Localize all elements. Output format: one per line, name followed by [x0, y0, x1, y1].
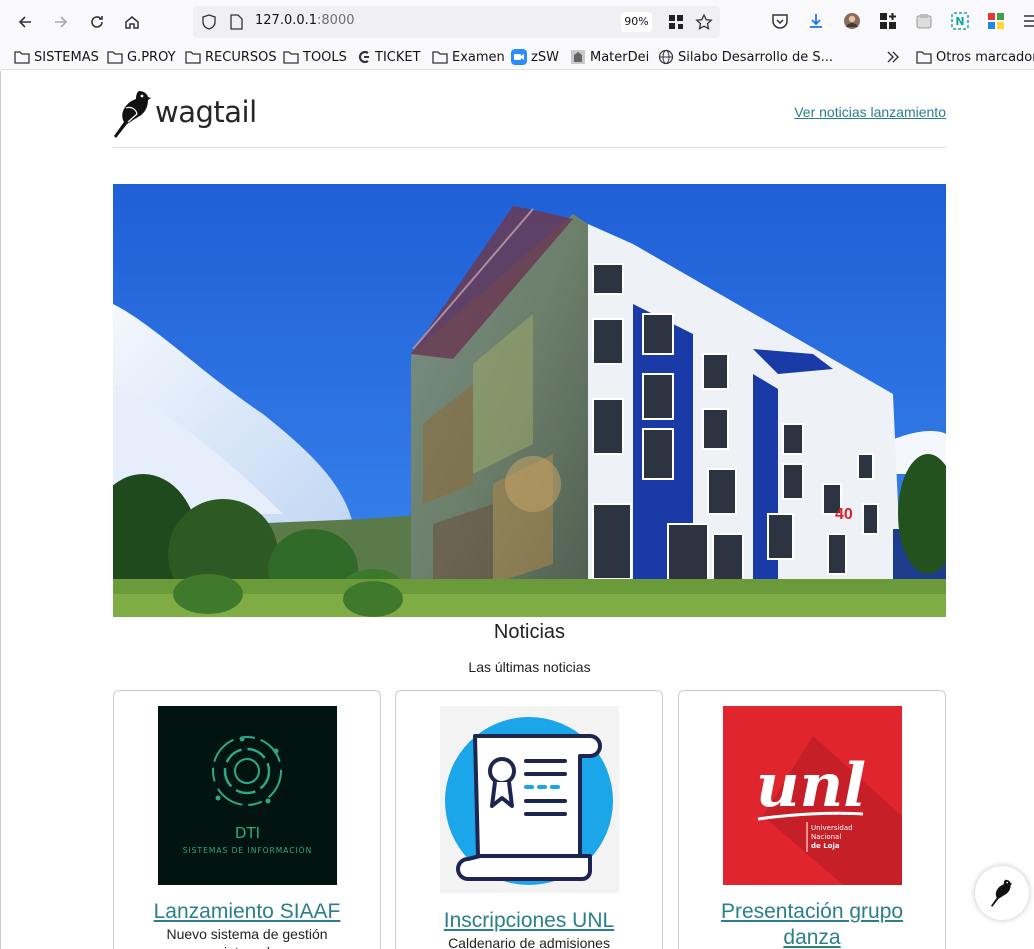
bookmark-silabo[interactable]: Silabo Desarrollo de S... [658, 48, 833, 66]
unl-logo-line3: de Loja [811, 842, 840, 850]
news-card-description: Caldenario de admisiones [448, 935, 610, 949]
bookmark-star-icon[interactable] [695, 13, 713, 31]
unl-logo-image[interactable]: unl Universidad Nacional de Loja [723, 706, 902, 885]
home-button[interactable] [120, 10, 144, 34]
reload-button[interactable] [85, 10, 109, 34]
profile-avatar-icon[interactable] [843, 12, 861, 30]
bookmark-recursos[interactable]: RECURSOS [185, 48, 277, 66]
back-arrow-icon [18, 16, 31, 28]
color-tiles-extension-icon[interactable] [987, 12, 1005, 30]
news-card-siaaf[interactable]: DTI SISTEMAS DE INFORMACIÓN Lanzamiento … [113, 690, 381, 949]
bookmark-label: G.PROY [127, 49, 176, 65]
download-icon[interactable] [807, 12, 825, 30]
news-card-title[interactable]: Inscripciones UNL [396, 908, 662, 934]
unl-logo-line2: Nacional [811, 833, 841, 841]
folder-icon [185, 51, 201, 64]
browser-toolbar: 127.0.0.1:8000 90% N [0, 0, 1034, 44]
bookmark-gproy[interactable]: G.PROY [107, 48, 176, 66]
logo-text[interactable]: wagtail [155, 95, 257, 129]
notion-extension-icon[interactable]: N [951, 12, 969, 30]
folder-icon [283, 51, 299, 64]
bookmark-materdei[interactable]: MaterDei [570, 48, 649, 66]
zoom-badge[interactable]: 90% [621, 12, 652, 32]
zoom-icon [511, 49, 527, 65]
ticket-icon [358, 50, 369, 64]
site-icon [571, 50, 585, 64]
news-section-title: Noticias [493, 621, 566, 643]
news-launch-link[interactable]: Ver noticias lanzamiento [794, 104, 946, 120]
folder-icon [107, 51, 123, 64]
dti-caption: DTI [235, 824, 260, 842]
page-icon [230, 14, 243, 30]
site-header: wagtail Ver noticias lanzamiento [113, 71, 946, 148]
wagtail-logo-icon[interactable] [113, 88, 153, 140]
svg-text:N: N [955, 15, 964, 28]
dti-subcaption: SISTEMAS DE INFORMACIÓN [183, 846, 312, 855]
wagtail-userbar-button[interactable] [975, 866, 1029, 920]
bookmark-label: Silabo Desarrollo de S... [678, 49, 833, 65]
menu-icon[interactable] [1022, 12, 1034, 30]
certificate-image[interactable] [440, 706, 619, 893]
forward-button[interactable] [49, 10, 73, 34]
unl-logo-line1: Universidad [811, 824, 853, 832]
news-card-inscripciones[interactable]: Inscripciones UNL Caldenario de admision… [395, 690, 663, 949]
bookmark-label: RECURSOS [205, 49, 277, 65]
bookmark-otros[interactable]: Otros marcadores [916, 48, 1034, 66]
shield-icon[interactable] [201, 14, 217, 30]
news-section-subtitle: Las últimas noticias [468, 659, 591, 675]
news-card-danza[interactable]: unl Universidad Nacional de Loja Present… [678, 690, 946, 949]
bookmark-label: TICKET [375, 49, 421, 65]
url-text: 127.0.0.1:8000 [255, 13, 355, 28]
chevron-double-right-icon [887, 51, 899, 63]
page-content: wagtail Ver noticias lanzamiento 40 Noti… [0, 71, 1034, 949]
globe-icon [658, 49, 674, 65]
bookmark-examen[interactable]: Examen [432, 48, 505, 66]
bookmark-ticket[interactable]: TICKET [357, 48, 421, 66]
bookmark-label: Examen [452, 49, 505, 65]
pocket-icon[interactable] [771, 12, 789, 30]
extensions-grid-icon[interactable] [879, 12, 897, 30]
address-bar[interactable]: 127.0.0.1:8000 90% [193, 6, 720, 38]
wagtail-bird-icon [991, 879, 1013, 907]
dti-image[interactable]: DTI SISTEMAS DE INFORMACIÓN [158, 706, 337, 885]
bookmark-label: MaterDei [590, 49, 650, 65]
home-icon [125, 16, 139, 29]
qr-code-icon[interactable] [668, 14, 684, 30]
back-button[interactable] [13, 10, 37, 34]
folder-icon [432, 51, 448, 64]
news-card-title[interactable]: Lanzamiento SIAAF [114, 899, 380, 925]
bookmark-label: SISTEMAS [34, 49, 99, 65]
url-port: :8000 [317, 13, 355, 28]
bookmark-label: TOOLS [303, 49, 347, 65]
unl-logo-text: unl [756, 751, 866, 821]
screenshot-extension-icon[interactable] [915, 12, 933, 30]
building-number: 40 [835, 506, 853, 523]
hero-image: 40 [113, 184, 946, 617]
bookmark-zsw[interactable]: zSW [511, 48, 559, 66]
news-card-title[interactable]: Presentación grupo danza [679, 899, 945, 949]
bookmark-label: Otros marcadores [936, 49, 1034, 65]
forward-arrow-icon [55, 16, 68, 28]
bookmark-label: zSW [531, 49, 559, 65]
url-host: 127.0.0.1 [255, 13, 318, 28]
bookmarks-bar: SISTEMAS G.PROY RECURSOS TOOLS TICKET Ex… [0, 44, 1034, 70]
news-card-description: Nuevo sistema de gestión integral [166, 926, 328, 949]
bookmarks-overflow-button[interactable] [886, 48, 904, 66]
bookmark-tools[interactable]: TOOLS [283, 48, 347, 66]
folder-icon [916, 51, 932, 64]
folder-icon [14, 51, 30, 64]
reload-icon [91, 16, 103, 28]
bookmark-sistemas[interactable]: SISTEMAS [14, 48, 99, 66]
